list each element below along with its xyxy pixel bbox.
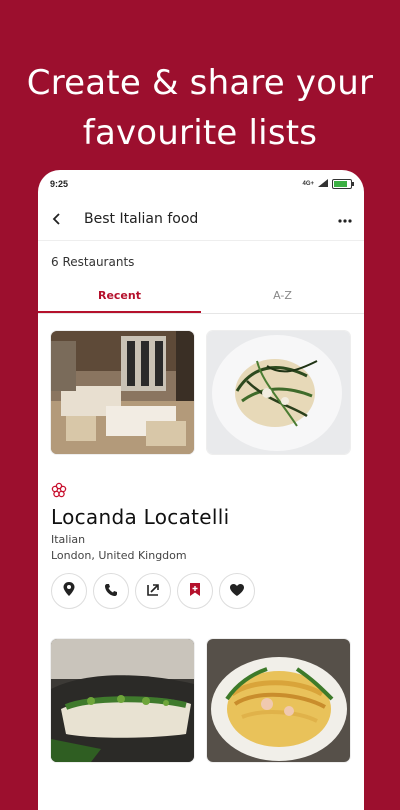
tab-recent[interactable]: Recent — [38, 283, 201, 313]
tab-a-z[interactable]: A-Z — [201, 283, 364, 313]
restaurant-photos — [38, 314, 364, 454]
signal-icon — [318, 179, 328, 189]
status-icons: 4G+ — [302, 179, 354, 189]
restaurant-cuisine: Italian — [51, 533, 86, 546]
promo-line-1: Create & share your — [26, 63, 374, 103]
dish-photo[interactable] — [207, 331, 350, 454]
status-time: 9:25 — [50, 179, 69, 189]
more-options-icon[interactable] — [338, 211, 352, 227]
battery-icon — [332, 179, 354, 189]
open-website-button[interactable] — [135, 573, 171, 609]
promo-line-2: favourite lists — [82, 113, 318, 153]
restaurant-location: London, United Kingdom — [51, 549, 187, 562]
michelin-star-icon — [51, 482, 351, 502]
fish-dish-photo[interactable] — [51, 639, 194, 762]
bookmark-button[interactable] — [177, 573, 213, 609]
sort-tabs: Recent A-Z — [38, 283, 364, 314]
call-button[interactable] — [93, 573, 129, 609]
directions-button[interactable] — [51, 573, 87, 609]
restaurant-name[interactable]: Locanda Locatelli — [51, 505, 351, 529]
restaurant-interior-photo[interactable] — [51, 331, 194, 454]
app-bar: Best Italian food — [38, 198, 364, 241]
favourite-button[interactable] — [219, 573, 255, 609]
restaurant-actions — [51, 573, 351, 609]
signal-label: 4G+ — [302, 181, 314, 187]
promo-heading: Create & share your favourite lists — [0, 58, 400, 158]
location-pin-icon — [62, 581, 76, 601]
heart-icon — [229, 582, 245, 601]
phone-mockup: 9:25 4G+ Best Italian food 6 Restaurants… — [38, 170, 364, 810]
back-arrow-icon[interactable] — [50, 207, 74, 231]
bookmark-add-icon — [189, 582, 201, 601]
restaurant-info: Locanda Locatelli Italian London, United… — [38, 454, 364, 609]
status-bar: 9:25 4G+ — [38, 170, 364, 198]
phone-icon — [104, 582, 118, 601]
restaurant-count: 6 Restaurants — [51, 255, 135, 269]
page-title: Best Italian food — [84, 211, 199, 227]
restaurant-photos-2 — [38, 609, 364, 762]
pasta-dish-photo[interactable] — [207, 639, 350, 762]
open-external-icon — [146, 582, 160, 601]
